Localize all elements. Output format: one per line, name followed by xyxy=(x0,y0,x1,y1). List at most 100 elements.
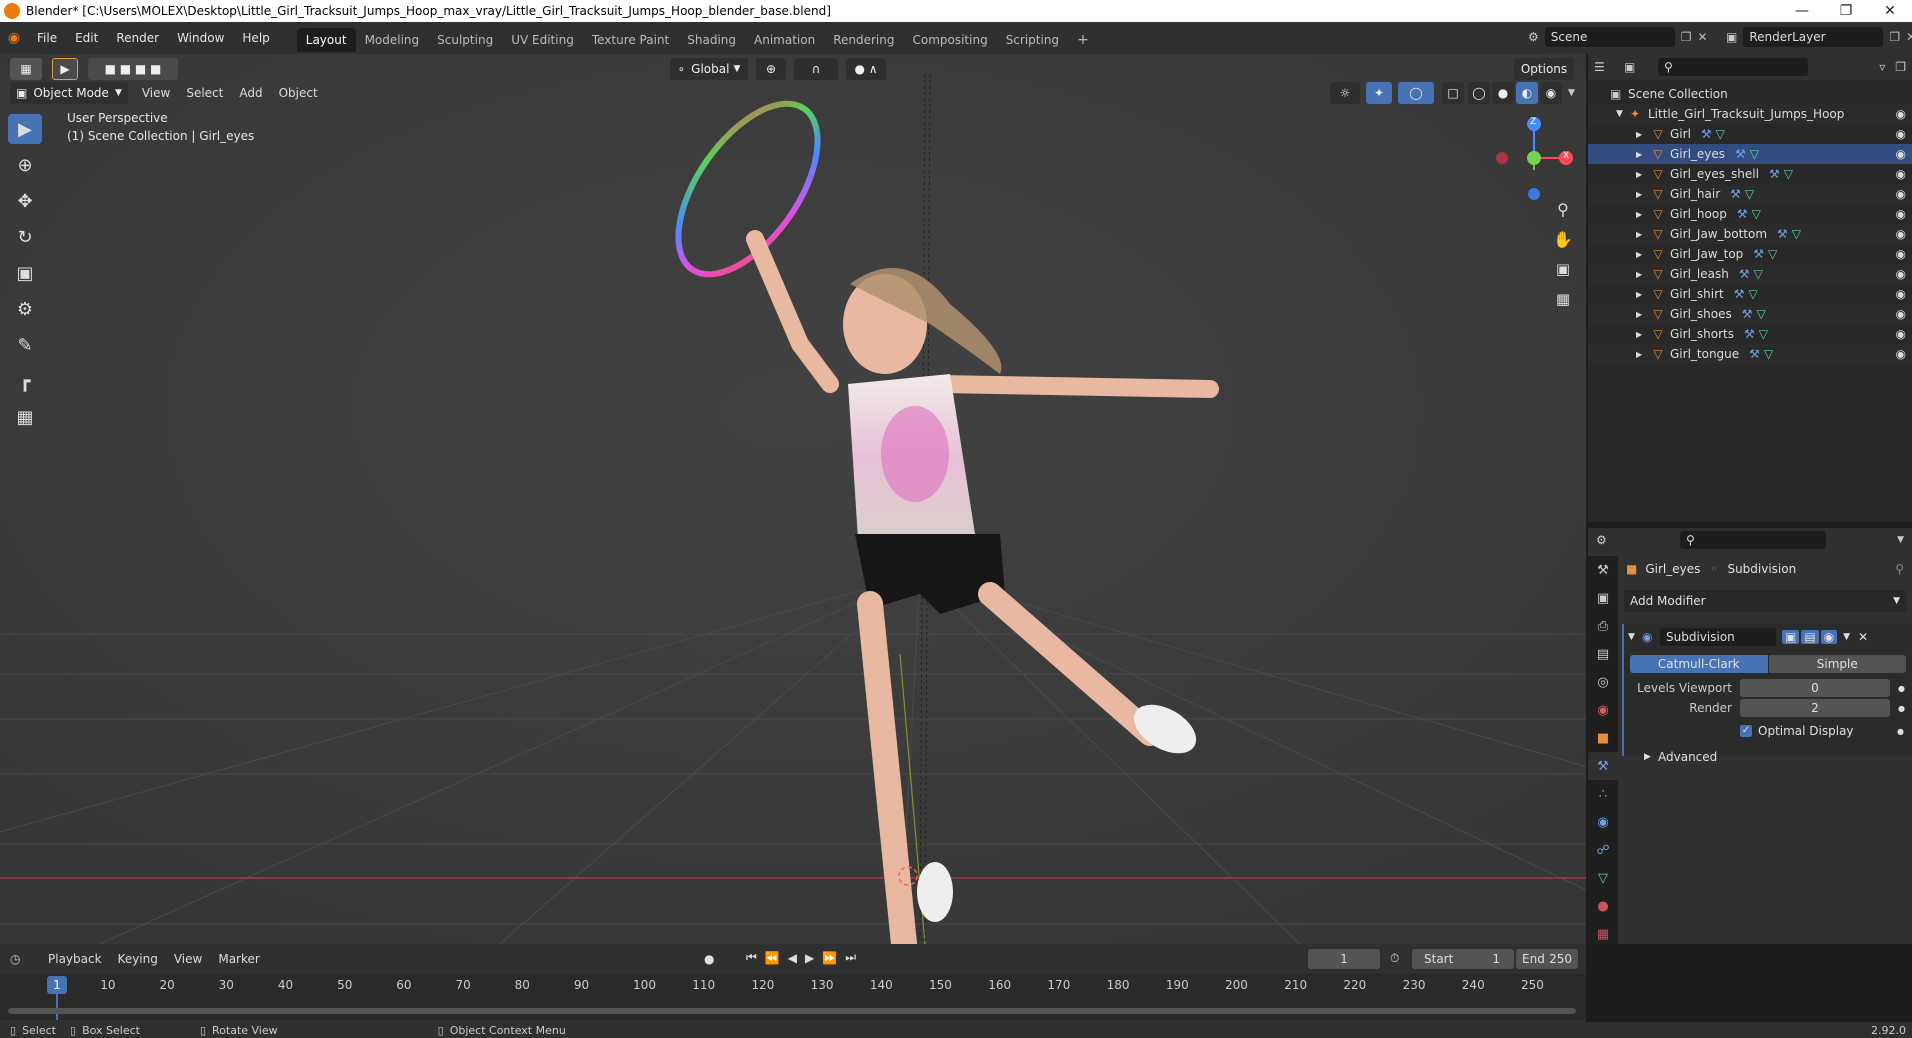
measure-tool-icon[interactable]: ┏ xyxy=(8,366,42,396)
timeline-menu-marker[interactable]: Marker xyxy=(210,952,267,966)
render-layer-field[interactable]: RenderLayer xyxy=(1743,27,1884,47)
frame-cursor[interactable]: 1 xyxy=(47,976,67,994)
expand-arrow-icon[interactable]: ▶ xyxy=(1636,330,1650,339)
delete-layer-icon[interactable]: ✕ xyxy=(1906,30,1912,44)
editmode-toggle-icon[interactable]: ▣ xyxy=(1782,630,1800,644)
eye-icon[interactable]: ◉ xyxy=(1896,267,1906,281)
blender-menu-icon[interactable]: ◉ xyxy=(0,30,28,46)
outliner-object-row[interactable]: ▶ ▽ Girl_Jaw_top ⚒ ▽ ◉ xyxy=(1588,244,1912,264)
tab-compositing[interactable]: Compositing xyxy=(903,28,996,52)
viewport-menu-select[interactable]: Select xyxy=(178,86,231,100)
timeline-menu-playback[interactable]: Playback xyxy=(40,952,110,966)
wrench-icon[interactable]: ⚒ xyxy=(1749,347,1760,361)
texture-tab-icon[interactable]: ▦ xyxy=(1588,920,1618,948)
pin-icon[interactable]: ⚲ xyxy=(1895,562,1904,576)
expand-arrow-icon[interactable]: ▶ xyxy=(1636,270,1650,279)
eye-icon[interactable]: ◉ xyxy=(1896,187,1906,201)
expand-arrow-icon[interactable]: ▶ xyxy=(1636,350,1650,359)
wrench-icon[interactable]: ⚒ xyxy=(1744,327,1755,341)
outliner-scene-collection[interactable]: ▣ Scene Collection xyxy=(1588,84,1912,104)
keyframe-dot-icon[interactable]: ● xyxy=(1898,684,1905,693)
properties-editor-icon[interactable]: ⚙ xyxy=(1596,533,1626,547)
wrench-icon[interactable]: ⚒ xyxy=(1737,207,1748,221)
wireframe-shading-icon[interactable]: ◯ xyxy=(1468,82,1490,104)
tab-sculpting[interactable]: Sculpting xyxy=(428,28,502,52)
wrench-icon[interactable]: ⚒ xyxy=(1739,267,1750,281)
rotate-tool-icon[interactable]: ↻ xyxy=(8,222,42,252)
render-tab-icon[interactable]: ▣ xyxy=(1588,584,1618,612)
3d-viewport[interactable]: ▦ ▶ ■ ■ ■ ■ ∘ Global ▼ ⊕ ∩ ● ∧ Options ▣… xyxy=(0,54,1586,944)
outliner-object-row[interactable]: ▶ ▽ Girl_hair ⚒ ▽ ◉ xyxy=(1588,184,1912,204)
tab-layout[interactable]: Layout xyxy=(296,28,356,52)
expand-arrow-icon[interactable]: ▶ xyxy=(1636,290,1650,299)
properties-search-input[interactable]: ⚲ xyxy=(1680,531,1826,549)
collapse-arrow-icon[interactable]: ▼ xyxy=(1616,109,1630,119)
proportional-edit-icon[interactable]: ● ∧ xyxy=(846,58,886,80)
wrench-icon[interactable]: ⚒ xyxy=(1777,227,1788,241)
restore-icon[interactable]: ❐ xyxy=(1824,0,1868,22)
shading-options-icon[interactable]: ▼ xyxy=(1568,88,1575,98)
outliner-object-row[interactable]: ▶ ▽ Girl ⚒ ▽ ◉ xyxy=(1588,124,1912,144)
mesh-data-icon[interactable]: ▽ xyxy=(1752,207,1761,221)
viewport-menu-object[interactable]: Object xyxy=(271,86,326,100)
expand-arrow-icon[interactable]: ▶ xyxy=(1636,190,1650,199)
xray-toggle-icon[interactable]: □ xyxy=(1442,82,1464,104)
eye-icon[interactable]: ◉ xyxy=(1896,287,1906,301)
physics-tab-icon[interactable]: ◉ xyxy=(1588,808,1618,836)
minimize-icon[interactable]: — xyxy=(1780,0,1824,22)
eye-icon[interactable]: ◉ xyxy=(1896,107,1906,121)
outliner-object-row[interactable]: ▶ ▽ Girl_eyes_shell ⚒ ▽ ◉ xyxy=(1588,164,1912,184)
outliner-object-row[interactable]: ▶ ▽ Girl_eyes ⚒ ▽ ◉ xyxy=(1588,144,1912,164)
wrench-icon[interactable]: ⚒ xyxy=(1735,147,1746,161)
viewport-canvas[interactable] xyxy=(0,54,1586,944)
render-toggle-icon[interactable]: ◉ xyxy=(1820,630,1838,644)
tab-rendering[interactable]: Rendering xyxy=(824,28,903,52)
scene-tab-icon[interactable]: ◎ xyxy=(1588,668,1618,696)
menu-help[interactable]: Help xyxy=(233,22,278,54)
levels-viewport-field[interactable]: 0 xyxy=(1740,679,1890,697)
transform-tool-icon[interactable]: ⚙ xyxy=(8,294,42,324)
mesh-data-icon[interactable]: ▽ xyxy=(1784,167,1793,181)
mesh-data-icon[interactable]: ▽ xyxy=(1716,127,1725,141)
outliner-object-row[interactable]: ▶ ▽ Girl_hoop ⚒ ▽ ◉ xyxy=(1588,204,1912,224)
camera-view-icon[interactable]: ▣ xyxy=(1548,260,1578,290)
material-shading-icon[interactable]: ◐ xyxy=(1516,82,1538,104)
constraints-tab-icon[interactable]: ☍ xyxy=(1588,836,1618,864)
mesh-data-icon[interactable]: ▽ xyxy=(1764,347,1773,361)
mesh-data-icon[interactable]: ▽ xyxy=(1792,227,1801,241)
select-box-modes-icon[interactable]: ■ ■ ■ ■ xyxy=(88,58,178,80)
pan-hand-icon[interactable]: ✋ xyxy=(1548,230,1578,260)
stopwatch-icon[interactable]: ⏱ xyxy=(1390,951,1399,966)
transform-orientation-dropdown[interactable]: ∘ Global ▼ xyxy=(670,58,748,80)
viewport-menu-view[interactable]: View xyxy=(134,86,178,100)
solid-shading-icon[interactable]: ● xyxy=(1492,82,1514,104)
editor-type-icon[interactable]: ▦ xyxy=(10,58,42,80)
simple-button[interactable]: Simple xyxy=(1768,655,1906,673)
expand-arrow-icon[interactable]: ▶ xyxy=(1636,310,1650,319)
menu-edit[interactable]: Edit xyxy=(66,22,107,54)
timeline-menu-keying[interactable]: Keying xyxy=(110,952,166,966)
select-box-tool-icon[interactable]: ▶ xyxy=(8,114,42,144)
timeline-scrollbar[interactable] xyxy=(8,1008,1576,1014)
material-tab-icon[interactable]: ● xyxy=(1588,892,1618,920)
filter-icon[interactable]: ▿ xyxy=(1879,60,1885,74)
optimal-display-checkbox[interactable]: ✓ xyxy=(1740,725,1752,737)
mesh-data-icon[interactable]: ▽ xyxy=(1749,287,1758,301)
annotate-tool-icon[interactable]: ✎ xyxy=(8,330,42,360)
expand-arrow-icon[interactable]: ▶ xyxy=(1636,210,1650,219)
menu-render[interactable]: Render xyxy=(107,22,168,54)
collapse-arrow-icon[interactable]: ▼ xyxy=(1628,632,1642,642)
scene-field[interactable]: Scene xyxy=(1544,27,1675,47)
particles-tab-icon[interactable]: ∴ xyxy=(1588,780,1618,808)
visibility-icon[interactable]: ☼ xyxy=(1330,82,1360,104)
cursor-tool-icon[interactable]: ⊕ xyxy=(8,150,42,180)
tab-shading[interactable]: Shading xyxy=(678,28,745,52)
eye-icon[interactable]: ◉ xyxy=(1896,307,1906,321)
wrench-icon[interactable]: ⚒ xyxy=(1734,287,1745,301)
eye-icon[interactable]: ◉ xyxy=(1896,247,1906,261)
tab-modeling[interactable]: Modeling xyxy=(356,28,429,52)
scale-tool-icon[interactable]: ▣ xyxy=(8,258,42,288)
keyframe-dot-icon[interactable]: ● xyxy=(1898,704,1905,713)
delete-scene-icon[interactable]: ✕ xyxy=(1698,30,1708,44)
wrench-icon[interactable]: ⚒ xyxy=(1753,247,1764,261)
